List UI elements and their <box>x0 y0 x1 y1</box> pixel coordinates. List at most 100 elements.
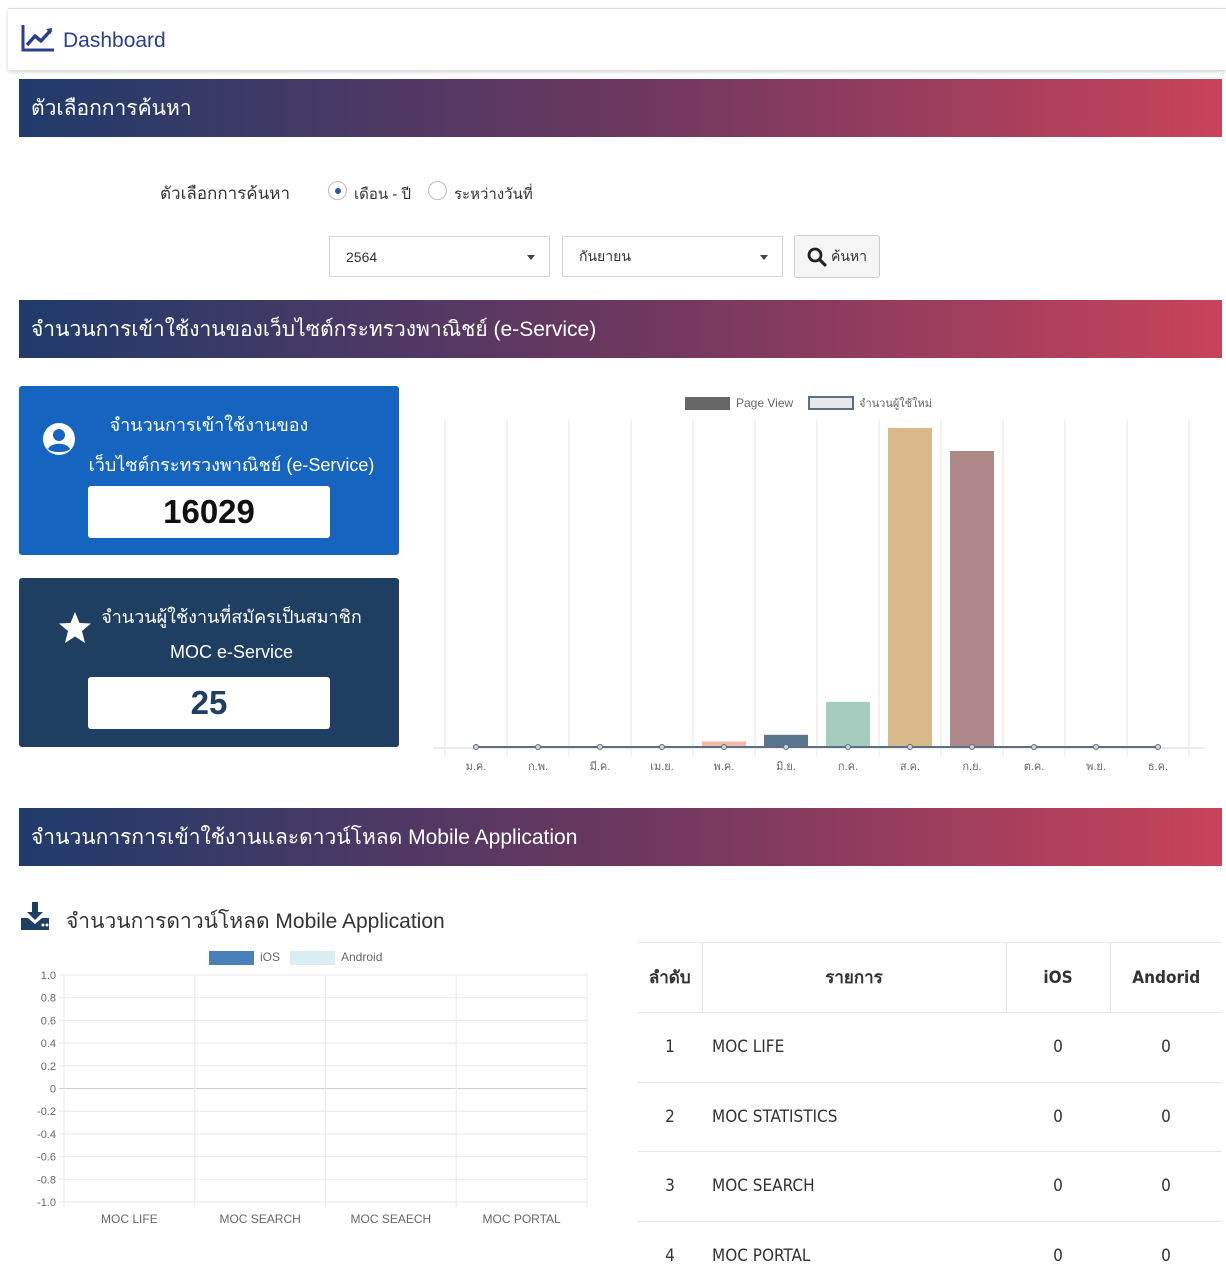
x-tick-label: ม.ค. <box>466 761 487 773</box>
table-row: 3 MOC SEARCH 0 0 <box>638 1151 1222 1221</box>
chevron-down-icon <box>760 255 768 260</box>
member-card: จำนวนผู้ใช้งานที่สมัครเป็นสมาชิก MOC e-S… <box>19 578 399 747</box>
radio-date-range[interactable] <box>428 181 447 200</box>
member-card-line1: จำนวนผู้ใช้งานที่สมัครเป็นสมาชิก <box>101 607 362 627</box>
x-tick-label: ก.พ. <box>528 761 548 773</box>
table-header-row: ลำดับ รายการ iOS Andorid <box>638 942 1222 1013</box>
bar <box>888 427 932 748</box>
row-no: 3 <box>638 1151 702 1221</box>
x-tick-label: MOC PORTAL <box>483 1212 562 1226</box>
x-tick-label: พ.ค. <box>714 761 735 773</box>
row-no: 4 <box>638 1220 702 1274</box>
y-tick-label: 0.4 <box>41 1038 56 1050</box>
member-count: 25 <box>88 677 330 729</box>
web-usage-chart: ม.ค. ก.พ. มี.ค. เม.ย. พ.ค. มิ.ย. ก.ค. ส.ค. ก.ย. ต… <box>433 396 1205 773</box>
app-download-chart: 1.0 0.8 0.6 0.4 0.2 0 -0.2 -0.4 -0.6 -0.8 -1.0 MOC … <box>37 950 588 1226</box>
legend-label-new-users: จำนวนผู้ใช้ใหม่ <box>859 397 932 410</box>
line-point <box>659 744 665 750</box>
row-ios: 0 <box>1006 1220 1110 1274</box>
radio-month-year[interactable] <box>328 181 347 200</box>
chevron-down-icon <box>527 255 535 260</box>
bar <box>950 451 994 748</box>
line-point <box>969 744 975 750</box>
mobile-usage-header: จำนวนการการเข้าใช้งานและดาวน์โหลด Mobile… <box>19 808 1222 866</box>
y-tick-label: -1.0 <box>37 1197 56 1209</box>
download-title: จำนวนการดาวน์โหลด Mobile Application <box>66 910 445 933</box>
year-select-value: 2564 <box>346 248 378 265</box>
web-usage-header: จำนวนการเข้าใช้งานของเว็บไซต์กระทรวงพาณิ… <box>19 300 1222 358</box>
y-tick-label: 0 <box>50 1084 56 1096</box>
search-button-label: ค้นหา <box>830 247 868 264</box>
radio-date-range-label[interactable]: ระหว่างวันที่ <box>454 182 533 206</box>
y-tick-label: 0.2 <box>41 1061 56 1073</box>
x-tick-label: ก.ย. <box>962 761 981 773</box>
x-tick-label: เม.ย. <box>650 761 674 773</box>
page-view-card-line2: เว็บไซต์กระทรวงพาณิชย์ (e-Service) <box>88 455 375 475</box>
page-title: Dashboard <box>63 29 166 52</box>
line-point <box>783 744 789 750</box>
app-download-table: ลำดับ รายการ iOS Andorid 1 MOC LIFE 0 0 … <box>638 942 1222 1274</box>
x-tick-label: พ.ย. <box>1086 761 1106 773</box>
row-ios: 0 <box>1006 1151 1110 1221</box>
x-tick-label: MOC LIFE <box>101 1212 158 1226</box>
row-no: 1 <box>638 1012 702 1082</box>
month-select-value: กันยายน <box>579 247 631 264</box>
y-tick-label: -0.4 <box>37 1129 56 1141</box>
page-view-card: จำนวนการเข้าใช้งานของ เว็บไซต์กระทรวงพาณ… <box>19 386 399 555</box>
x-tick-label: ธ.ค. <box>1148 761 1168 773</box>
year-select[interactable]: 2564 <box>329 236 550 277</box>
line-point <box>473 744 479 750</box>
top-bar: Dashboard <box>8 8 1226 70</box>
legend-label-android: Android <box>341 950 382 964</box>
line-point <box>907 744 913 750</box>
legend-swatch-page-view <box>685 397 730 410</box>
row-android: 0 <box>1110 1151 1222 1221</box>
row-android: 0 <box>1110 1012 1222 1082</box>
x-tick-label: ก.ค. <box>838 761 858 773</box>
month-select[interactable]: กันยายน <box>562 236 783 277</box>
line-point <box>721 744 727 750</box>
bar <box>826 701 870 748</box>
legend-label-page-view: Page View <box>736 396 793 410</box>
row-item: MOC STATISTICS <box>702 1081 1006 1152</box>
legend-swatch-ios <box>209 951 254 965</box>
row-item: MOC LIFE <box>702 1012 1006 1082</box>
x-tick-label: MOC SEARCH <box>219 1212 300 1226</box>
table-row: 2 MOC STATISTICS 0 0 <box>638 1081 1222 1152</box>
table-row: 1 MOC LIFE 0 0 <box>638 1012 1222 1082</box>
legend-label-ios: iOS <box>260 950 280 964</box>
legend-swatch-new-users <box>808 396 854 410</box>
member-card-line2: MOC e-Service <box>169 642 294 662</box>
col-header-android: Andorid <box>1110 942 1222 1013</box>
search-options-header: ตัวเลือกการค้นหา <box>19 79 1222 137</box>
x-tick-label: ต.ค. <box>1024 761 1045 773</box>
search-icon <box>807 247 827 267</box>
y-tick-label: -0.8 <box>37 1174 56 1186</box>
row-item: MOC SEARCH <box>702 1151 1006 1221</box>
search-button[interactable]: ค้นหา <box>794 235 880 278</box>
x-tick-label: ส.ค. <box>900 761 920 773</box>
col-header-item: รายการ <box>702 942 1007 1013</box>
x-tick-label: มิ.ย. <box>776 761 796 773</box>
x-tick-label: มี.ค. <box>590 760 611 773</box>
row-ios: 0 <box>1006 1012 1110 1082</box>
row-item: MOC PORTAL <box>702 1220 1006 1274</box>
y-tick-label: 1.0 <box>41 970 56 982</box>
line-point <box>845 744 851 750</box>
row-android: 0 <box>1110 1081 1222 1152</box>
download-icon <box>21 902 49 930</box>
search-options-label: ตัวเลือกการค้นหา <box>160 184 291 203</box>
page-view-card-line1: จำนวนการเข้าใช้งานของ <box>109 415 309 435</box>
row-android: 0 <box>1110 1220 1222 1274</box>
page-view-count: 16029 <box>88 486 330 538</box>
line-point <box>1155 744 1161 750</box>
line-point <box>597 744 603 750</box>
col-header-ios: iOS <box>1006 942 1111 1013</box>
y-tick-label: 0.6 <box>41 1015 56 1027</box>
row-no: 2 <box>638 1081 702 1152</box>
radio-month-year-label[interactable]: เดือน - ปี <box>354 182 411 206</box>
line-point <box>535 744 541 750</box>
row-ios: 0 <box>1006 1081 1110 1152</box>
y-tick-label: -0.2 <box>37 1106 56 1118</box>
y-tick-label: 0.8 <box>41 993 56 1005</box>
